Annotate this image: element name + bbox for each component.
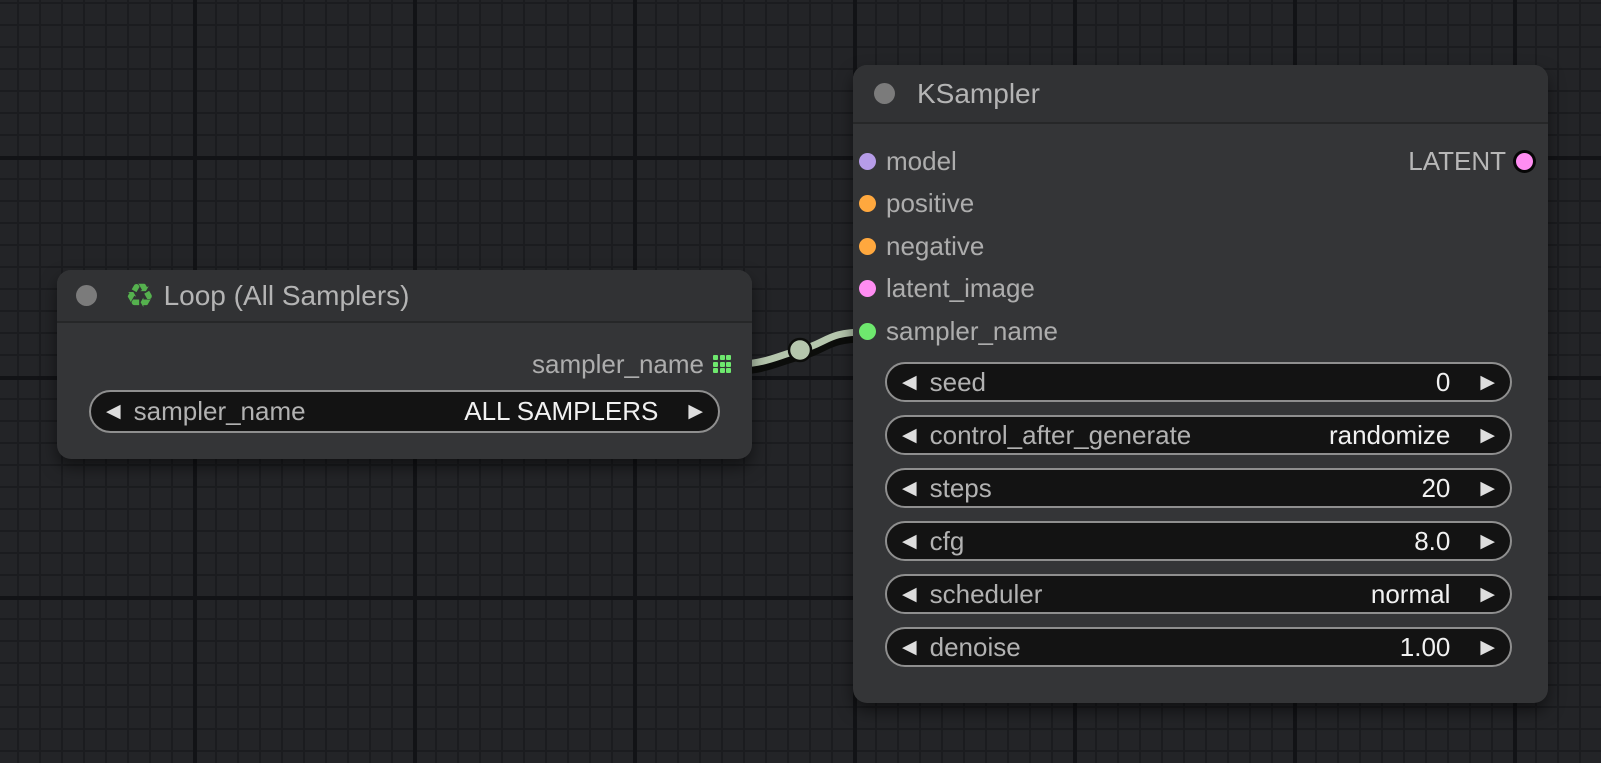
comfyui-graph: { "ui": { "arrow_left": "◀", "arrow_righ… (0, 0, 1601, 763)
header-divider (853, 122, 1548, 124)
output-slot-label: LATENT (1408, 146, 1506, 177)
node-loop-all-samplers[interactable]: ♻ Loop (All Samplers) sampler_name ◀ sam… (57, 270, 752, 459)
widget-label: steps (930, 473, 992, 504)
widget-scheduler[interactable]: ◀ scheduler normal ▶ (885, 574, 1512, 614)
widget-value: 1.00 (1400, 632, 1451, 663)
input-slot-label: positive (886, 188, 974, 219)
stepper-left-icon[interactable]: ◀ (902, 373, 917, 392)
widget-sampler-name[interactable]: ◀ sampler_name ALL SAMPLERS ▶ (89, 390, 720, 433)
recycle-icon: ♻ (125, 279, 155, 312)
input-slot-positive: positive (859, 183, 1548, 226)
widget-cfg[interactable]: ◀ cfg 8.0 ▶ (885, 521, 1512, 561)
input-dot[interactable] (859, 280, 876, 297)
node-title: KSampler (917, 78, 1040, 110)
stepper-left-icon[interactable]: ◀ (902, 426, 917, 445)
output-slot-label: sampler_name (532, 349, 704, 380)
collapse-dot[interactable] (76, 285, 97, 306)
stepper-right-icon[interactable]: ▶ (1480, 426, 1495, 445)
input-slot-label: sampler_name (886, 316, 1058, 347)
widget-steps[interactable]: ◀ steps 20 ▶ (885, 468, 1512, 508)
widget-label: cfg (930, 526, 965, 557)
input-slot-negative: negative (859, 225, 1548, 268)
input-slot-label: negative (886, 231, 984, 262)
header-divider (57, 321, 752, 323)
combo-output-grid-icon[interactable] (713, 355, 731, 373)
widget-control-after-generate[interactable]: ◀ control_after_generate randomize ▶ (885, 415, 1512, 455)
link-midpoint-dot[interactable] (789, 339, 811, 361)
stepper-right-icon[interactable]: ▶ (688, 402, 703, 421)
input-dot[interactable] (859, 195, 876, 212)
widget-denoise[interactable]: ◀ denoise 1.00 ▶ (885, 627, 1512, 667)
stepper-right-icon[interactable]: ▶ (1480, 585, 1495, 604)
stepper-left-icon[interactable]: ◀ (902, 585, 917, 604)
widget-label: scheduler (930, 579, 1043, 610)
stepper-right-icon[interactable]: ▶ (1480, 638, 1495, 657)
input-slot-sampler-name: sampler_name (859, 310, 1548, 353)
stepper-right-icon[interactable]: ▶ (1480, 373, 1495, 392)
collapse-dot[interactable] (874, 83, 895, 104)
widget-value: normal (1371, 579, 1450, 610)
input-slot-label: model (886, 146, 957, 177)
stepper-left-icon[interactable]: ◀ (902, 638, 917, 657)
widget-label: control_after_generate (930, 420, 1192, 451)
output-dot[interactable] (1516, 153, 1533, 170)
widget-value: randomize (1329, 420, 1450, 451)
widget-label: seed (930, 367, 986, 398)
node-loop-header[interactable]: ♻ Loop (All Samplers) (57, 270, 752, 321)
widget-seed[interactable]: ◀ seed 0 ▶ (885, 362, 1512, 402)
stepper-left-icon[interactable]: ◀ (106, 402, 121, 421)
widget-value: 20 (1421, 473, 1450, 504)
input-dot[interactable] (859, 238, 876, 255)
output-slot-sampler-name: sampler_name (532, 348, 731, 380)
input-dot[interactable] (859, 323, 876, 340)
widget-value: 0 (1436, 367, 1450, 398)
widget-value: ALL SAMPLERS (464, 396, 658, 427)
stepper-right-icon[interactable]: ▶ (1480, 532, 1495, 551)
node-title: Loop (All Samplers) (164, 280, 410, 312)
node-ksampler[interactable]: KSampler model positive negative latent_… (853, 65, 1548, 703)
output-slot-latent: LATENT (1408, 147, 1533, 175)
widget-label: sampler_name (134, 396, 306, 427)
stepper-left-icon[interactable]: ◀ (902, 479, 917, 498)
widget-value: 8.0 (1414, 526, 1450, 557)
input-dot[interactable] (859, 153, 876, 170)
widget-label: denoise (930, 632, 1021, 663)
stepper-right-icon[interactable]: ▶ (1480, 479, 1495, 498)
input-slot-latent-image: latent_image (859, 268, 1548, 311)
node-ksampler-header[interactable]: KSampler (853, 65, 1548, 122)
stepper-left-icon[interactable]: ◀ (902, 532, 917, 551)
input-slot-label: latent_image (886, 273, 1035, 304)
